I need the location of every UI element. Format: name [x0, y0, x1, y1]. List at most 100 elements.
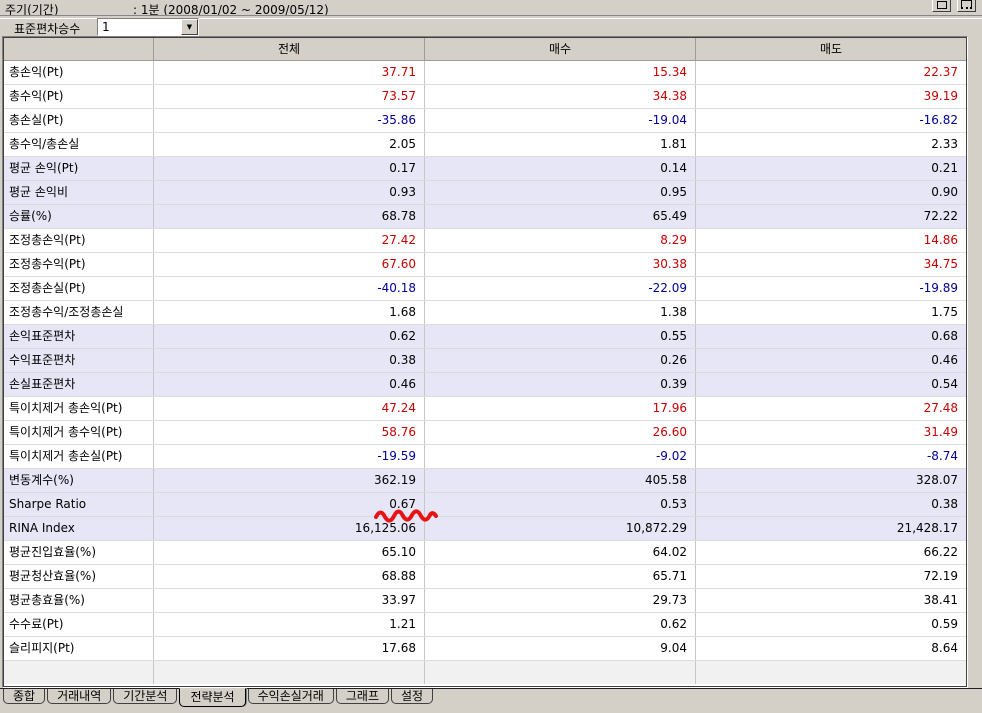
table-row[interactable]: 평균청산효율(%)68.8865.7172.19 [4, 565, 966, 589]
value-cell: -35.86 [154, 109, 425, 132]
table-row[interactable]: 승률(%)68.7865.4972.22 [4, 205, 966, 229]
tab-2[interactable]: 거래내역 [47, 689, 111, 704]
value-cell: 38.41 [696, 589, 966, 612]
value-cell: 22.37 [696, 61, 966, 84]
row-label: RINA Index [4, 517, 154, 540]
row-label: 총수익/총손실 [4, 133, 154, 156]
value-cell: 16,125.06 [154, 517, 425, 540]
value-cell: 1.21 [154, 613, 425, 636]
table-row[interactable]: 손실표준편차0.460.390.54 [4, 373, 966, 397]
stddev-multiplier-select[interactable]: 1 ▼ [97, 18, 199, 36]
value-cell: 0.38 [696, 493, 966, 516]
table-row[interactable]: 총수익/총손실2.051.812.33 [4, 133, 966, 157]
table-row[interactable]: 손익표준편차0.620.550.68 [4, 325, 966, 349]
stddev-multiplier-label: 표준편차승수 [14, 20, 80, 37]
tab-3[interactable]: 기간분석 [113, 689, 177, 704]
table-row[interactable]: RINA Index16,125.0610,872.2921,428.17 [4, 517, 966, 541]
tab-7[interactable]: 설정 [391, 689, 433, 704]
table-row[interactable]: 조정총손실(Pt)-40.18-22.09-19.89 [4, 277, 966, 301]
table-row[interactable]: 평균 손익비0.930.950.90 [4, 181, 966, 205]
column-header: 매도 [696, 38, 966, 60]
table-row[interactable]: 총손익(Pt)37.7115.3422.37 [4, 61, 966, 85]
chevron-down-icon[interactable]: ▼ [181, 19, 198, 35]
row-label: 조정총수익(Pt) [4, 253, 154, 276]
restore-button[interactable] [932, 0, 951, 12]
value-cell: -8.74 [696, 445, 966, 468]
empty-value-cell [425, 661, 696, 684]
empty-row [4, 661, 966, 684]
table-row[interactable]: 특이치제거 총수익(Pt)58.7626.6031.49 [4, 421, 966, 445]
value-cell: 0.54 [696, 373, 966, 396]
value-cell: 0.90 [696, 181, 966, 204]
table-row[interactable]: 평균진입효율(%)65.1064.0266.22 [4, 541, 966, 565]
column-header: 매수 [425, 38, 696, 60]
empty-label-cell [4, 661, 154, 684]
table-row[interactable]: 변동계수(%)362.19405.58328.07 [4, 469, 966, 493]
row-label: 변동계수(%) [4, 469, 154, 492]
window-button[interactable] [957, 0, 976, 12]
table-row[interactable]: 평균 손익(Pt)0.170.140.21 [4, 157, 966, 181]
value-cell: 0.26 [425, 349, 696, 372]
value-cell: 0.62 [425, 613, 696, 636]
value-cell: 0.46 [154, 373, 425, 396]
table-row[interactable]: 총손실(Pt)-35.86-19.04-16.82 [4, 109, 966, 133]
value-cell: 67.60 [154, 253, 425, 276]
value-cell: 15.34 [425, 61, 696, 84]
value-cell: -22.09 [425, 277, 696, 300]
value-cell: 0.53 [425, 493, 696, 516]
value-cell: -9.02 [425, 445, 696, 468]
value-cell: 65.49 [425, 205, 696, 228]
table-row[interactable]: 특이치제거 총손익(Pt)47.2417.9627.48 [4, 397, 966, 421]
value-cell: 9.04 [425, 637, 696, 660]
value-cell: 14.86 [696, 229, 966, 252]
value-cell: 0.55 [425, 325, 696, 348]
table-header-row: 전체매수매도 [4, 38, 966, 61]
table-row[interactable]: 조정총손익(Pt)27.428.2914.86 [4, 229, 966, 253]
table-row[interactable]: 평균총효율(%)33.9729.7338.41 [4, 589, 966, 613]
value-cell: 65.10 [154, 541, 425, 564]
window-icon [961, 0, 972, 9]
value-cell: 0.39 [425, 373, 696, 396]
bottom-tab-bar: 종합거래내역기간분석전략분석수익손실거래그래프설정 [0, 688, 982, 708]
value-cell: 34.38 [425, 85, 696, 108]
tab-6[interactable]: 그래프 [336, 689, 389, 704]
table-row[interactable]: 조정총수익/조정총손실1.681.381.75 [4, 301, 966, 325]
table-row[interactable]: 수수료(Pt)1.210.620.59 [4, 613, 966, 637]
tab-5[interactable]: 수익손실거래 [248, 689, 334, 704]
row-label: 총손익(Pt) [4, 61, 154, 84]
row-label: 평균진입효율(%) [4, 541, 154, 564]
empty-value-cell [696, 661, 966, 684]
table-row[interactable]: 수익표준편차0.380.260.46 [4, 349, 966, 373]
stats-table: 전체매수매도 총손익(Pt)37.7115.3422.37총수익(Pt)73.5… [3, 37, 967, 687]
value-cell: 1.38 [425, 301, 696, 324]
value-cell: 17.96 [425, 397, 696, 420]
row-label: 특이치제거 총손익(Pt) [4, 397, 154, 420]
table-row[interactable]: 조정총수익(Pt)67.6030.3834.75 [4, 253, 966, 277]
row-label: 조정총손실(Pt) [4, 277, 154, 300]
value-cell: 0.67 [154, 493, 425, 516]
row-label: 슬리피지(Pt) [4, 637, 154, 660]
row-label: 손익표준편차 [4, 325, 154, 348]
value-cell: 58.76 [154, 421, 425, 444]
tab-4[interactable]: 전략분석 [179, 688, 245, 707]
row-label: 조정총손익(Pt) [4, 229, 154, 252]
table-row[interactable]: Sharpe Ratio0.670.530.38 [4, 493, 966, 517]
table-row[interactable]: 특이치제거 총손실(Pt)-19.59-9.02-8.74 [4, 445, 966, 469]
value-cell: 8.29 [425, 229, 696, 252]
value-cell: 47.24 [154, 397, 425, 420]
value-cell: -19.04 [425, 109, 696, 132]
empty-value-cell [154, 661, 425, 684]
tab-1[interactable]: 종합 [3, 689, 45, 704]
row-label: 손실표준편차 [4, 373, 154, 396]
table-row[interactable]: 총수익(Pt)73.5734.3839.19 [4, 85, 966, 109]
value-cell: 31.49 [696, 421, 966, 444]
row-label: 총손실(Pt) [4, 109, 154, 132]
value-cell: 405.58 [425, 469, 696, 492]
value-cell: 0.46 [696, 349, 966, 372]
value-cell: 65.71 [425, 565, 696, 588]
value-cell: 68.88 [154, 565, 425, 588]
stats-table-frame: 전체매수매도 총손익(Pt)37.7115.3422.37총수익(Pt)73.5… [2, 36, 968, 688]
value-cell: 30.38 [425, 253, 696, 276]
value-cell: 328.07 [696, 469, 966, 492]
table-row[interactable]: 슬리피지(Pt)17.689.048.64 [4, 637, 966, 661]
